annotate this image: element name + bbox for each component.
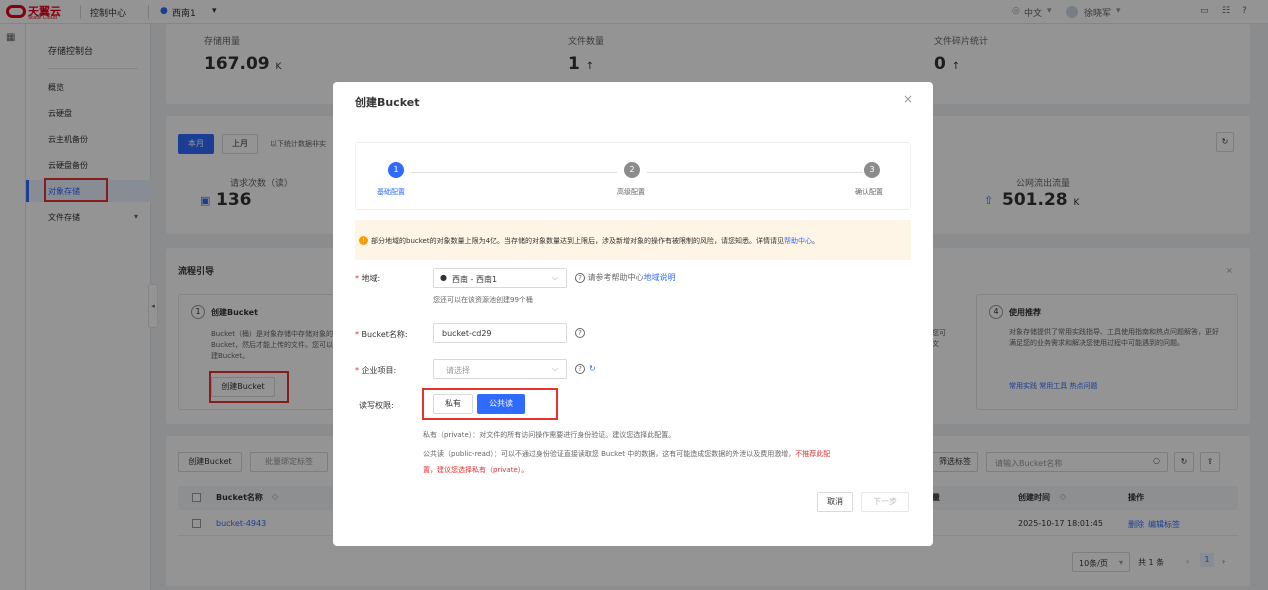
step3-label: 确认配置 (855, 188, 883, 196)
public-desc: 公共读（public-read）：可以不通过身份验证直接读取您 Bucket 中… (423, 446, 903, 478)
region-help-text: 请参考帮助中心 (587, 273, 644, 282)
public-warning-cont: 置，建议您选择私有（private）。 (423, 466, 529, 474)
bucket-name-label: Bucket名称: (361, 330, 408, 339)
region-label: 地域: (361, 274, 381, 283)
project-placeholder: 请选择 (446, 366, 470, 375)
permission-public-read-option[interactable]: 公共读 (477, 394, 525, 414)
cancel-button[interactable]: 取消 (817, 492, 853, 512)
question-icon[interactable]: ? (575, 273, 585, 283)
region-help: ? 请参考帮助中心地域说明 (575, 272, 676, 283)
create-bucket-dialog: 创建Bucket × 1 2 3 基础配置 高级配置 确认配置 ! 部分地域的b… (333, 82, 933, 546)
next-step-button[interactable]: 下一步 (861, 492, 909, 512)
step1-dot: 1 (388, 162, 404, 178)
permission-private-option[interactable]: 私有 (433, 394, 473, 414)
region-select[interactable]: ● 西南 - 西南1 ⌵ (433, 268, 567, 288)
warning-icon: ! (359, 236, 368, 245)
notice-banner: ! 部分地域的bucket的对象数量上限为4亿。当存储的对象数量达到上限后，涉及… (355, 220, 911, 260)
project-label: 企业项目: (361, 366, 397, 375)
question-icon[interactable]: ? (575, 364, 585, 374)
refresh-icon[interactable]: ↻ (589, 364, 596, 373)
notice-text: 部分地域的bucket的对象数量上限为4亿。当存储的对象数量达到上限后，涉及新增… (371, 236, 819, 246)
help-center-link[interactable]: 帮助中心 (784, 237, 812, 245)
permission-label: 读写权限: (359, 401, 394, 410)
notice-body: 部分地域的bucket的对象数量上限为4亿。当存储的对象数量达到上限后，涉及新增… (371, 237, 785, 245)
region-value: 西南 - 西南1 (452, 275, 498, 284)
public-warning: 不推荐此配 (795, 450, 831, 458)
location-pin-icon: ● (440, 273, 447, 282)
close-icon[interactable]: × (903, 92, 913, 106)
private-desc: 私有（private）：对文件的所有访问操作需要进行身份验证。建议您选择此配置。 (423, 431, 676, 439)
step-line (411, 172, 617, 173)
step2-label: 高级配置 (617, 188, 645, 196)
project-select[interactable]: 请选择 ⌵ (433, 359, 567, 379)
chevron-down-icon: ⌵ (552, 364, 559, 373)
bucket-name-value: bucket-cd29 (442, 329, 492, 338)
notice-end: 。 (812, 237, 820, 245)
chevron-down-icon: ⌵ (552, 273, 559, 282)
step1-label: 基础配置 (377, 188, 405, 196)
region-hint: 您还可以在该资源池创建99个桶 (433, 296, 533, 304)
step-line (647, 172, 863, 173)
bucket-name-input[interactable]: bucket-cd29 (433, 323, 567, 343)
step2-dot: 2 (624, 162, 640, 178)
public-desc-body: 公共读（public-read）：可以不通过身份验证直接读取您 Bucket 中… (423, 450, 796, 458)
region-doc-link[interactable]: 地域说明 (644, 273, 676, 282)
dialog-title: 创建Bucket (355, 96, 420, 109)
question-icon[interactable]: ? (575, 328, 585, 338)
step3-dot: 3 (864, 162, 880, 178)
